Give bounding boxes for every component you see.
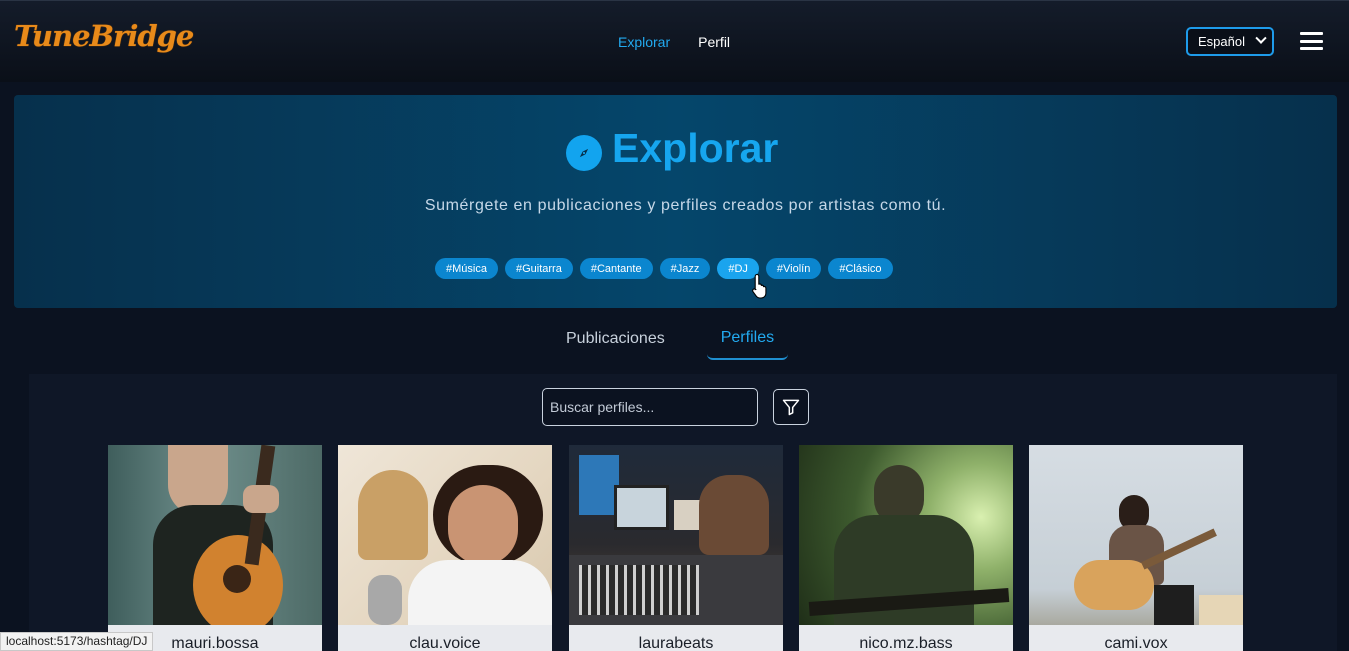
profile-photo [338,445,552,625]
language-select[interactable]: Español [1186,27,1274,56]
profile-card[interactable]: mauri.bossa [108,445,322,651]
nav-link-explorar[interactable]: Explorar [618,34,670,50]
profile-photo [108,445,322,625]
profile-photo [799,445,1013,625]
hashtag-musica[interactable]: #Música [435,258,498,279]
hashtag-violin[interactable]: #Violín [765,258,822,279]
profile-card[interactable]: cami.vox [1029,445,1243,651]
profile-card[interactable]: clau.voice [338,445,552,651]
page-title: Explorar [612,125,779,171]
hashtag-guitarra[interactable]: #Guitarra [504,258,573,279]
hero-title-row: Explorar [566,125,778,172]
hashtag-list: #Música #Guitarra #Cantante #Jazz #DJ #V… [435,258,893,279]
hashtag-cantante[interactable]: #Cantante [579,258,653,279]
chevron-down-icon [1255,32,1267,44]
compass-icon [566,134,602,171]
hero-subtitle: Sumérgete en publicaciones y perfiles cr… [424,197,947,214]
filter-button[interactable] [773,389,809,425]
filter-icon [782,399,800,416]
profile-username: cami.vox [1104,635,1168,651]
search-profiles-input[interactable] [542,388,758,426]
profile-username: laurabeats [638,635,714,651]
hashtag-jazz[interactable]: #Jazz [659,258,711,279]
app-logo[interactable]: TuneBridge [14,19,194,53]
navbar: TuneBridge Explorar Perfil Español [0,0,1349,82]
nav-link-perfil[interactable]: Perfil [698,34,730,50]
main-nav: Explorar Perfil [618,34,730,50]
profile-photo [1029,445,1243,625]
language-select-value: Español [1198,34,1245,49]
hero-banner: Explorar Sumérgete en publicaciones y pe… [14,95,1337,308]
profile-photo [569,445,783,625]
tab-perfiles[interactable]: Perfiles [706,326,789,360]
tab-publicaciones[interactable]: Publicaciones [566,326,665,360]
hamburger-menu-icon[interactable] [1300,32,1323,50]
profile-card[interactable]: nico.mz.bass [799,445,1013,651]
hand-pointer-cursor-icon [752,273,767,299]
profile-username: clau.voice [409,635,481,651]
hashtag-clasico[interactable]: #Clásico [828,258,893,279]
profile-username: nico.mz.bass [859,635,953,651]
status-bar-url: localhost:5173/hashtag/DJ [0,632,154,651]
profile-card[interactable]: laurabeats [569,445,783,651]
content-tabs: Publicaciones Perfiles [566,326,789,360]
